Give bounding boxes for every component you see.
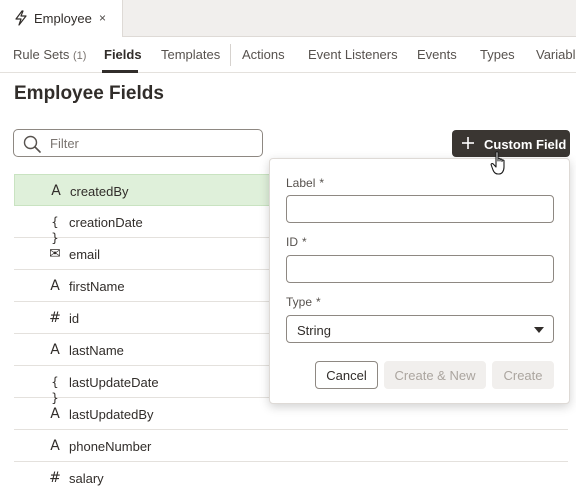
tab-actions[interactable]: Actions (242, 47, 285, 62)
number-icon: # (49, 310, 61, 326)
plus-icon (462, 137, 474, 149)
doc-tab-employee[interactable]: Employee × (0, 0, 123, 37)
field-name: id (69, 311, 80, 326)
create-button[interactable]: Create (492, 361, 554, 389)
tab-types[interactable]: Types (480, 47, 515, 62)
filter-box[interactable] (13, 129, 263, 157)
string-icon: A (50, 406, 60, 422)
field-name: lastUpdateDate (69, 375, 159, 390)
field-name: lastUpdatedBy (69, 407, 154, 422)
required-marker: * (319, 176, 325, 190)
tab-fields[interactable]: Fields (104, 47, 142, 62)
string-icon: A (50, 438, 60, 454)
create-new-button[interactable]: Create & New (384, 361, 486, 389)
number-icon: # (49, 470, 61, 486)
object-icon: { } (51, 215, 59, 245)
hand-cursor-icon (490, 151, 505, 175)
tab-count: (1) (73, 50, 87, 62)
email-icon: ✉ (49, 246, 61, 262)
tab-templates[interactable]: Templates (161, 47, 220, 62)
string-icon: A (50, 278, 60, 294)
list-item[interactable]: AphoneNumber (14, 430, 568, 462)
custom-field-button[interactable]: Custom Field (452, 130, 570, 157)
cancel-button[interactable]: Cancel (315, 361, 378, 389)
active-tab-indicator (102, 70, 138, 73)
tab-events[interactable]: Events (417, 47, 457, 62)
type-select[interactable]: String (286, 315, 554, 343)
string-icon: A (51, 183, 61, 199)
search-icon (23, 135, 41, 153)
id-field-label: ID * (286, 235, 307, 249)
tab-rule-sets[interactable]: Rule Sets (1) (13, 47, 86, 62)
custom-field-popup: Label * ID * Type * String Cancel Create & … (269, 158, 570, 404)
tab-divider (230, 44, 231, 66)
tab-variables[interactable]: Variable (536, 47, 576, 62)
field-name: lastName (69, 343, 124, 358)
field-name: salary (69, 471, 104, 486)
string-icon: A (50, 342, 60, 358)
caret-down-icon (534, 327, 544, 333)
id-input[interactable] (286, 255, 554, 283)
object-icon: { } (51, 375, 59, 405)
list-item[interactable]: # salary (14, 462, 568, 492)
field-name: phoneNumber (69, 439, 152, 454)
field-name: creationDate (69, 215, 143, 230)
field-name: firstName (69, 279, 125, 294)
tab-event-listeners[interactable]: Event Listeners (308, 47, 398, 62)
document-tab-strip: Employee × (0, 0, 576, 37)
label-field-label: Label * (286, 176, 325, 190)
required-marker: * (302, 235, 307, 249)
page-title: Employee Fields (14, 83, 164, 104)
field-name: email (69, 247, 101, 262)
label-input[interactable] (286, 195, 554, 223)
bolt-icon (15, 10, 27, 26)
filter-input[interactable] (50, 134, 250, 152)
doc-tab-label: Employee (34, 11, 92, 26)
required-marker: * (316, 295, 321, 309)
field-name: createdBy (70, 184, 129, 199)
type-field-label: Type * (286, 295, 321, 309)
type-select-value: String (297, 323, 331, 338)
close-icon[interactable]: × (99, 11, 106, 25)
sub-tab-bar: Rule Sets (1) Fields Templates Actions E… (0, 37, 576, 73)
